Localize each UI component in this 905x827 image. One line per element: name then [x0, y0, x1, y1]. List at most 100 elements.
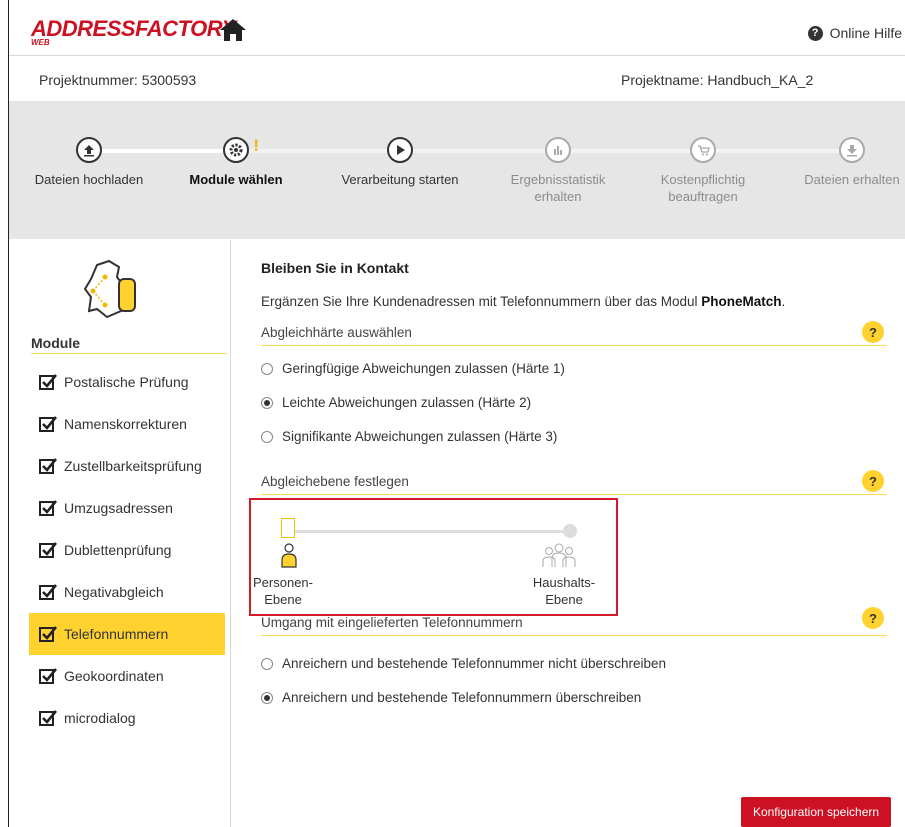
checkbox-checked-icon[interactable]	[39, 542, 57, 558]
upload-icon	[76, 137, 102, 163]
radio-button[interactable]	[261, 691, 273, 704]
radio-label: Anreichern und bestehende Telefonnummern…	[282, 690, 642, 705]
label-line: Ebene	[264, 592, 302, 607]
sidebar-item-label: Telefonnummern	[64, 626, 169, 642]
process-steps: Dateien hochladen ! Module wählen Verarb…	[9, 102, 905, 239]
label-line: Ebene	[545, 592, 583, 607]
project-number: Projektnummer: 5300593	[39, 72, 197, 88]
sidebar-item-postal-check[interactable]: Postalische Prüfung	[29, 361, 225, 403]
sidebar-item-microdialog[interactable]: microdialog	[29, 697, 225, 739]
download-icon	[839, 137, 865, 163]
app-window: ADDRESSFACTORY WEB ? Online Hilfe Projek…	[8, 0, 905, 827]
radio-button[interactable]	[261, 657, 273, 670]
section-label: Abgleichebene festlegen	[261, 474, 409, 489]
radio-overwrite-existing[interactable]: Anreichern und bestehende Telefonnummern…	[261, 690, 641, 705]
sidebar-item-name-corrections[interactable]: Namenskorrekturen	[29, 403, 225, 445]
section-heading: Bleiben Sie in Kontakt	[261, 260, 409, 276]
radio-strictness-2[interactable]: Leichte Abweichungen zulassen (Härte 2)	[261, 395, 531, 410]
slider-end-stop[interactable]	[563, 524, 577, 538]
checkbox-checked-icon[interactable]	[39, 458, 57, 474]
step-download: Dateien erhalten	[777, 137, 905, 188]
step-label: Ergebnisstatistik erhalten	[510, 172, 606, 204]
warning-icon: !	[253, 136, 259, 155]
gear-icon: !	[223, 136, 259, 163]
project-name: Projektname: Handbuch_KA_2	[621, 72, 814, 88]
module-settings-panel: Bleiben Sie in Kontakt Ergänzen Sie Ihre…	[249, 240, 887, 827]
radio-label: Geringfügige Abweichungen zulassen (Härt…	[282, 361, 565, 376]
sidebar-title: Module	[31, 335, 80, 351]
sidebar-item-label: Dublettenprüfung	[64, 542, 172, 558]
step-processing[interactable]: Verarbeitung starten	[325, 137, 475, 188]
play-icon	[387, 137, 413, 163]
sidebar-item-label: Geokoordinaten	[64, 668, 164, 684]
step-order: Kostenpflichtig beauftragen	[628, 137, 778, 205]
sidebar-item-negative-match[interactable]: Negativabgleich	[29, 571, 225, 613]
sidebar-item-label: microdialog	[64, 710, 136, 726]
match-level-slider: Personen- Ebene Haushalts- Ebene	[249, 498, 618, 616]
sidebar-item-label: Postalische Prüfung	[64, 374, 189, 390]
top-bar: ADDRESSFACTORY WEB ? Online Hilfe	[9, 0, 905, 56]
step-modules[interactable]: ! Module wählen	[161, 136, 311, 188]
sidebar-item-label: Namenskorrekturen	[64, 416, 187, 432]
online-help-link[interactable]: ? Online Hilfe	[807, 25, 902, 41]
home-icon[interactable]	[219, 18, 247, 42]
sidebar-item-label: Zustellbarkeitsprüfung	[64, 458, 202, 474]
checkbox-checked-icon[interactable]	[39, 584, 57, 600]
checkbox-checked-icon[interactable]	[39, 668, 57, 684]
radio-button[interactable]	[261, 430, 273, 443]
checkbox-checked-icon[interactable]	[39, 416, 57, 432]
slider-track[interactable]	[289, 530, 567, 533]
description-end: .	[781, 294, 786, 309]
phone-map-icon	[83, 259, 136, 319]
checkbox-checked-icon[interactable]	[39, 500, 57, 516]
step-label: Verarbeitung starten	[341, 172, 459, 187]
help-icon[interactable]: ?	[862, 470, 884, 492]
radio-strictness-1[interactable]: Geringfügige Abweichungen zulassen (Härt…	[261, 361, 565, 376]
checkbox-checked-icon[interactable]	[39, 374, 57, 390]
radio-strictness-3[interactable]: Signifikante Abweichungen zulassen (Härt…	[261, 429, 557, 444]
section-label: Umgang mit eingelieferten Telefonnummern	[261, 615, 523, 630]
sidebar-item-geocoordinates[interactable]: Geokoordinaten	[29, 655, 225, 697]
sidebar-item-deliverability[interactable]: Zustellbarkeitsprüfung	[29, 445, 225, 487]
logo-subtitle: WEB	[31, 38, 50, 47]
existing-numbers-section: Umgang mit eingelieferten Telefonnummern…	[261, 607, 887, 636]
radio-button[interactable]	[261, 396, 273, 409]
household-level-label: Haushalts- Ebene	[529, 574, 599, 608]
radio-label: Leichte Abweichungen zulassen (Härte 2)	[282, 395, 532, 410]
save-configuration-button[interactable]: Konfiguration speichern	[741, 797, 891, 827]
checkbox-checked-icon[interactable]	[39, 710, 57, 726]
module-description: Ergänzen Sie Ihre Kundenadressen mit Tel…	[261, 294, 785, 309]
radio-label: Signifikante Abweichungen zulassen (Härt…	[282, 429, 558, 444]
person-level-label: Personen- Ebene	[253, 574, 313, 608]
slider-handle[interactable]	[281, 518, 295, 538]
step-statistics: Ergebnisstatistik erhalten	[483, 137, 633, 205]
online-help-label: Online Hilfe	[829, 25, 902, 41]
match-level-section: Abgleichebene festlegen ?	[261, 469, 887, 495]
logo[interactable]: ADDRESSFACTORY	[31, 16, 236, 42]
module-name: PhoneMatch	[701, 294, 782, 309]
step-upload[interactable]: Dateien hochladen	[14, 137, 164, 188]
sidebar-item-duplicates[interactable]: Dublettenprüfung	[29, 529, 225, 571]
radio-button[interactable]	[261, 362, 273, 375]
sidebar-item-phone-numbers[interactable]: Telefonnummern	[29, 613, 225, 655]
person-icon	[281, 543, 297, 568]
sidebar-item-relocation[interactable]: Umzugsadressen	[29, 487, 225, 529]
step-label: Kostenpflichtig beauftragen	[660, 172, 746, 204]
radio-label: Anreichern und bestehende Telefonnummer …	[282, 656, 666, 671]
sidebar-item-label: Negativabgleich	[64, 584, 164, 600]
description-text: Ergänzen Sie Ihre Kundenadressen mit Tel…	[261, 294, 702, 309]
checkbox-checked-icon[interactable]	[39, 626, 57, 642]
radio-keep-existing[interactable]: Anreichern und bestehende Telefonnummer …	[261, 656, 666, 671]
help-icon[interactable]: ?	[862, 607, 884, 629]
label-line: Haushalts-	[532, 575, 596, 590]
help-icon: ?	[807, 25, 823, 41]
project-bar: Projektnummer: 5300593 Projektname: Hand…	[9, 56, 905, 102]
household-icon	[542, 543, 576, 567]
help-icon[interactable]: ?	[862, 321, 884, 343]
step-label: Module wählen	[189, 172, 283, 187]
divider	[31, 353, 227, 354]
section-label: Abgleichhärte auswählen	[261, 325, 412, 340]
step-label: Dateien hochladen	[34, 172, 144, 187]
label-line: Personen-	[253, 575, 313, 590]
step-label: Dateien erhalten	[804, 172, 900, 187]
